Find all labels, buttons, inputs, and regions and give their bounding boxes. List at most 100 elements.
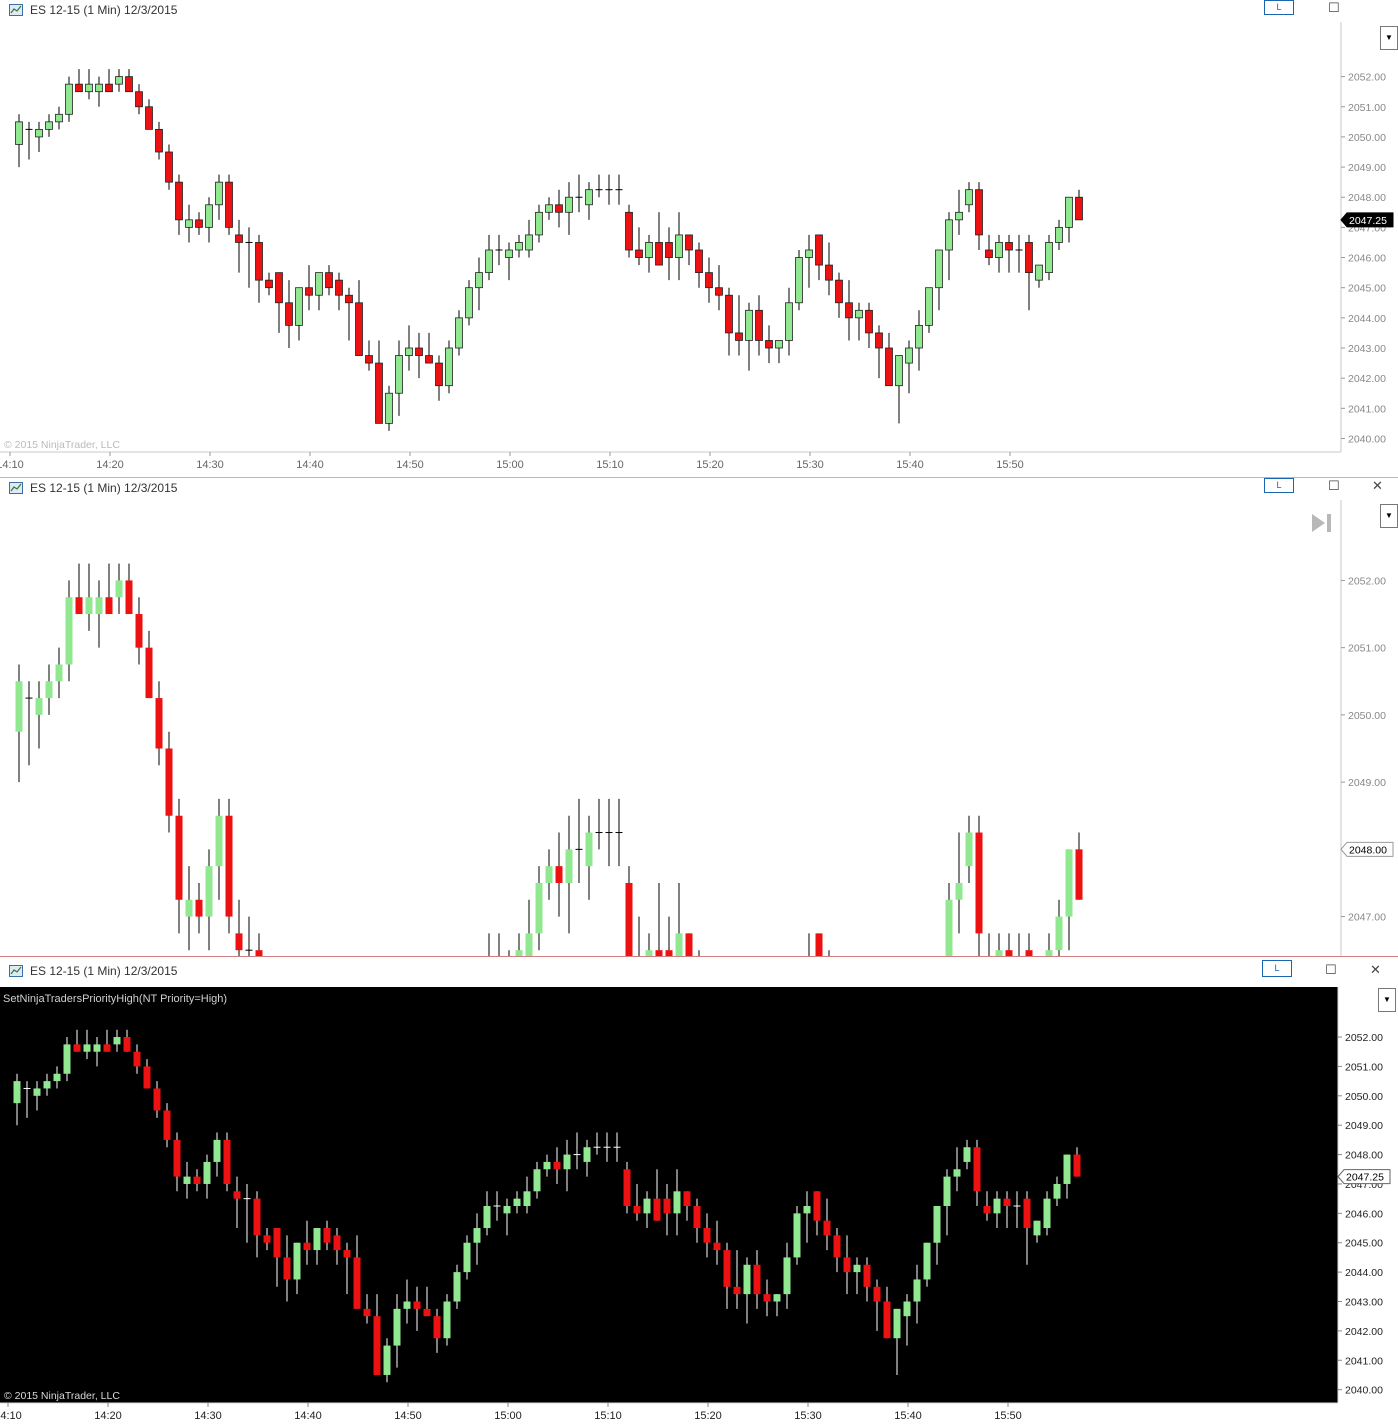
- candle-body: [583, 1147, 591, 1162]
- maximize-button[interactable]: ☐: [1328, 478, 1340, 494]
- candle-body: [1065, 196, 1073, 228]
- candle-body: [215, 815, 223, 867]
- candle-body: [625, 211, 633, 251]
- dropdown-arrow-icon[interactable]: ▼: [1380, 26, 1398, 50]
- link-button[interactable]: L: [1262, 960, 1292, 977]
- candle-body: [125, 76, 133, 93]
- candle-body: [795, 257, 803, 304]
- candle-body: [183, 1176, 191, 1184]
- candle-body: [485, 249, 493, 274]
- candle-body: [723, 1250, 731, 1287]
- candle-body: [195, 219, 203, 228]
- candle-body: [433, 1316, 441, 1339]
- candle-body: [75, 83, 83, 93]
- y-tick-label: 2052.00: [1348, 575, 1386, 587]
- candle-body: [65, 83, 73, 115]
- link-button[interactable]: L: [1264, 0, 1294, 15]
- candle-body: [935, 249, 943, 289]
- candle-body: [205, 866, 213, 917]
- candle-body: [1055, 226, 1063, 243]
- candle-body: [83, 1044, 91, 1052]
- candle-body: [405, 347, 413, 356]
- candle-body: [623, 1169, 631, 1206]
- candle-body: [175, 815, 183, 900]
- y-tick-label: 2051.00: [1348, 102, 1386, 114]
- candle-body: [113, 1037, 121, 1045]
- candle-body: [883, 1301, 891, 1339]
- candle-body: [765, 340, 773, 349]
- panel-title: ES 12-15 (1 Min) 12/3/2015: [30, 481, 178, 495]
- current-price-marker: 2048.00: [1340, 841, 1394, 857]
- candle-body: [193, 1176, 201, 1184]
- candle-body: [33, 1088, 41, 1096]
- candle-body: [1023, 1198, 1031, 1229]
- candle-body: [995, 242, 1003, 258]
- candle-body: [585, 832, 593, 867]
- candle-body: [515, 242, 523, 251]
- candlestick-chart-3[interactable]: 2052.00 2051.00 2050.00 2049.00 2048.00 2047.…: [0, 957, 1398, 1427]
- y-tick-label: 2041.00: [1348, 403, 1386, 415]
- candle-body: [665, 242, 673, 258]
- y-tick-label: 2045.00: [1345, 1238, 1383, 1250]
- close-button[interactable]: ✕: [1370, 962, 1381, 978]
- close-button[interactable]: ✕: [1372, 478, 1383, 494]
- maximize-button[interactable]: ☐: [1328, 0, 1340, 16]
- candle-body: [225, 815, 233, 917]
- candle-body: [85, 83, 93, 93]
- candle-body: [555, 866, 563, 883]
- candle-body: [355, 302, 363, 356]
- candle-body: [625, 882, 633, 956]
- candle-body: [643, 1198, 651, 1214]
- candle-body: [285, 302, 293, 326]
- candle-body: [225, 181, 233, 228]
- jump-to-end-icon[interactable]: [1310, 512, 1334, 534]
- candle-body: [673, 1191, 681, 1214]
- candle-body: [133, 1051, 141, 1067]
- candle-body: [13, 1081, 21, 1104]
- y-tick-label: 2049.00: [1345, 1120, 1383, 1132]
- candle-body: [675, 933, 683, 956]
- y-tick-label: 2052.00: [1348, 72, 1386, 84]
- candle-body: [365, 355, 373, 364]
- candle-body: [975, 832, 983, 934]
- maximize-button[interactable]: ☐: [1325, 962, 1337, 978]
- candlestick-chart-2[interactable]: 2052.00 2051.00 2050.00 2049.00 2048.00 2047.…: [0, 478, 1398, 956]
- candle-body: [63, 1044, 71, 1074]
- watermark: © 2015 NinjaTrader, LLC: [4, 439, 120, 451]
- candle-body: [745, 309, 753, 341]
- plot-area-bg: [0, 987, 1338, 1403]
- candle-body: [713, 1242, 721, 1251]
- dropdown-arrow-icon[interactable]: ▼: [1380, 504, 1398, 528]
- x-tick-label: 15:10: [596, 459, 624, 471]
- candle-body: [955, 882, 963, 900]
- candle-body: [323, 1228, 331, 1243]
- candle-body: [293, 1242, 301, 1280]
- candle-body: [725, 294, 733, 334]
- candle-body: [173, 1139, 181, 1177]
- candle-body: [1075, 849, 1083, 900]
- candle-body: [1003, 1198, 1011, 1206]
- y-tick-label: 2050.00: [1345, 1091, 1383, 1103]
- candle-body: [235, 234, 243, 243]
- candle-body: [565, 849, 573, 883]
- candle-body: [685, 234, 693, 251]
- candle-body: [893, 1308, 901, 1339]
- y-tick-label: 2042.00: [1348, 373, 1386, 385]
- candle-body: [775, 340, 783, 349]
- candle-body: [965, 832, 973, 867]
- price-marker-label: 2047.25: [1349, 215, 1387, 227]
- candle-body: [1043, 1198, 1051, 1229]
- candle-body: [115, 580, 123, 598]
- candle-body: [863, 1264, 871, 1287]
- candle-body: [1035, 264, 1043, 281]
- y-tick-label: 2052.00: [1345, 1032, 1383, 1044]
- candle-body: [833, 1235, 841, 1258]
- candle-body: [235, 933, 243, 951]
- dropdown-arrow-icon[interactable]: ▼: [1378, 988, 1396, 1012]
- candle-body: [413, 1301, 421, 1309]
- chart-icon: [9, 4, 23, 16]
- candlestick-chart-1[interactable]: 2052.00 2051.00 2050.00 2049.00 2048.00 2047.…: [0, 0, 1398, 476]
- candle-body: [645, 242, 653, 258]
- candle-body: [295, 287, 303, 326]
- link-button[interactable]: L: [1264, 478, 1294, 493]
